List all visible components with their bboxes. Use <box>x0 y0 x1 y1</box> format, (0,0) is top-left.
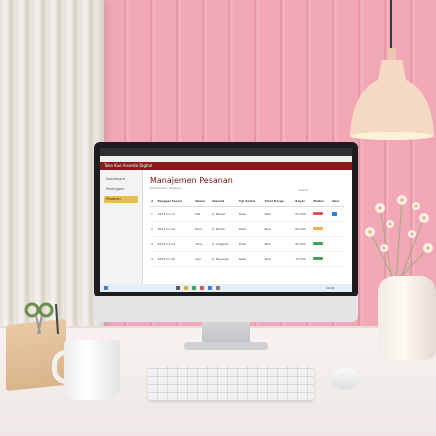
monitor-stand <box>202 322 250 344</box>
table-cell: Rasa <box>237 221 264 237</box>
sidebar: Dashboard Pelanggan Pesanan <box>100 170 143 284</box>
status-pill <box>313 257 324 260</box>
table-cell: Rasa <box>237 206 264 222</box>
table-cell: 2023-11-12 <box>156 221 195 237</box>
table-header-cell[interactable]: Nama <box>194 196 212 207</box>
table-cell: Jl. Mawar <box>211 206 238 222</box>
table-cell: Bolu <box>263 206 295 222</box>
table-row: 2 2023-11-12 Rina Jl. Melati Rasa Bolu 60.000 <box>150 221 344 237</box>
table-header-cell[interactable]: Tanggal Pesan <box>156 196 195 207</box>
table-header-cell[interactable]: Bayar <box>294 196 313 207</box>
table-cell: Dina <box>194 236 212 252</box>
browser-icon[interactable] <box>192 286 196 290</box>
status-pill <box>313 212 324 215</box>
breadcrumb: Dashboard / Pesanan <box>150 186 182 190</box>
table-header-cell[interactable]: Total Harga <box>263 196 295 207</box>
main-content: Manajemen Pesanan Dashboard / Pesanan Se… <box>146 170 348 284</box>
folder-icon[interactable] <box>184 286 188 290</box>
status-badge <box>312 251 331 267</box>
table-header-cell[interactable]: Tgl Ambil <box>237 196 264 207</box>
table-cell: Jl. Anggrek <box>211 236 238 252</box>
action-cell <box>330 251 344 267</box>
table-row: 1 2023-11-11 Nia Jl. Mawar Rasa Bolu 87.000 <box>150 206 344 222</box>
browser-tab-bar <box>100 148 352 156</box>
table-header-row: # Tanggal Pesan Nama Alamat Tgl Ambil Total H… <box>150 196 344 207</box>
keyboard-icon <box>148 366 314 400</box>
table-cell: Rina <box>194 221 212 237</box>
table-row: 4 2023-11-15 Sari Jl. Kenanga Rasa Bolu 70.000 <box>150 251 344 267</box>
sidebar-item-pesanan[interactable]: Pesanan <box>104 196 138 203</box>
status-pill <box>313 227 324 230</box>
mug-icon <box>64 340 120 400</box>
action-cell <box>330 221 344 237</box>
status-badge <box>312 236 331 252</box>
table-cell: Rasa <box>237 236 264 252</box>
table-header-cell[interactable]: Alamat <box>211 196 238 207</box>
start-icon[interactable] <box>104 286 108 290</box>
table-cell: 2023-11-15 <box>156 251 195 267</box>
table-body: 1 2023-11-11 Nia Jl. Mawar Rasa Bolu 87.000 2 20… <box>150 206 344 267</box>
table-cell: Bolu <box>263 251 295 267</box>
action-cell <box>330 206 344 222</box>
table-cell: 60.000 <box>294 221 313 237</box>
search-icon[interactable] <box>176 286 180 290</box>
table-cell: Bolu <box>263 236 295 252</box>
flower-vase-icon <box>378 276 436 360</box>
table-cell: 87.000 <box>294 206 313 222</box>
sidebar-item-dashboard[interactable]: Dashboard <box>104 176 138 183</box>
table-header-cell[interactable]: Status <box>312 196 331 207</box>
page-title: Manajemen Pesanan <box>150 176 233 185</box>
curtain-icon <box>0 0 100 330</box>
search-label: Search: <box>298 188 310 192</box>
sidebar-item-pelanggan[interactable]: Pelanggan <box>104 186 138 193</box>
screen: Toko Kue Ananda Digital Dashboard Pelang… <box>100 148 352 292</box>
edit-button[interactable] <box>331 211 337 216</box>
taskbar <box>100 284 352 292</box>
lamp-cord <box>390 0 392 48</box>
lamp-icon <box>350 48 434 140</box>
flowers-icon <box>365 195 433 280</box>
status-badge <box>312 221 331 237</box>
table-cell: Jl. Kenanga <box>211 251 238 267</box>
status-badge <box>312 206 331 222</box>
status-pill <box>313 242 324 245</box>
mouse-icon <box>330 368 360 390</box>
scissors-icon <box>24 302 59 334</box>
settings-icon[interactable] <box>216 286 220 290</box>
action-cell <box>330 236 344 252</box>
taskbar-clock: 10:21 <box>326 286 335 290</box>
app-icon[interactable] <box>200 286 204 290</box>
table-cell: Bolu <box>263 221 295 237</box>
table-cell: Nia <box>194 206 212 222</box>
table-cell: Sari <box>194 251 212 267</box>
table-cell: 2023-11-11 <box>156 206 195 222</box>
table-cell: Rasa <box>237 251 264 267</box>
table-header-cell[interactable]: Aksi <box>330 196 344 207</box>
mail-icon[interactable] <box>208 286 212 290</box>
table-cell: Jl. Melati <box>211 221 238 237</box>
table-row: 3 2023-11-14 Dina Jl. Anggrek Rasa Bolu 85.000 <box>150 236 344 252</box>
monitor-stand-base <box>184 342 268 350</box>
app-brand[interactable]: Toko Kue Ananda Digital <box>104 162 152 170</box>
table-cell: 2023-11-14 <box>156 236 195 252</box>
orders-table: # Tanggal Pesan Nama Alamat Tgl Ambil Total H… <box>150 196 344 267</box>
monitor-chin <box>94 296 358 322</box>
table-cell: 70.000 <box>294 251 313 267</box>
table-cell: 85.000 <box>294 236 313 252</box>
